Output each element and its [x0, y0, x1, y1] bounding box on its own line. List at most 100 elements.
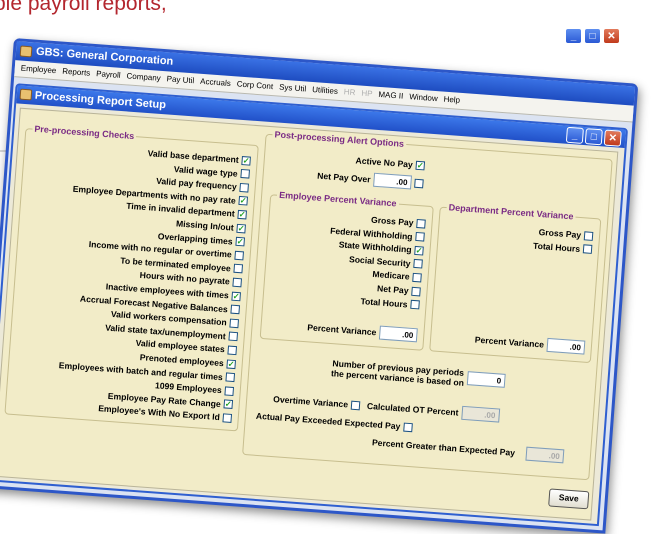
- employee-percent-input[interactable]: .00: [378, 325, 418, 343]
- department-percent-label: Percent Variance: [474, 334, 545, 350]
- net-pay-over-row: Net Pay Over .00: [317, 169, 424, 191]
- active-no-pay-checkbox[interactable]: ✓: [415, 160, 426, 170]
- checkbox[interactable]: [232, 277, 243, 288]
- checkbox[interactable]: [227, 345, 238, 356]
- percent-greater-row: Percent Greater than Expected Pay .00: [372, 435, 565, 464]
- minimize-icon[interactable]: _: [565, 28, 582, 44]
- menu-item[interactable]: Utilities: [309, 82, 342, 100]
- net-pay-over-checkbox[interactable]: [414, 178, 424, 188]
- maximize-icon[interactable]: □: [584, 28, 601, 44]
- maximize-icon[interactable]: □: [584, 128, 603, 146]
- department-percent-input[interactable]: .00: [546, 337, 586, 355]
- dialog-content: Pre-processing Checks Valid base departm…: [0, 107, 619, 521]
- checkbox[interactable]: [583, 230, 594, 241]
- actual-pay-exceeded-label: Actual Pay Exceeded Expected Pay: [255, 410, 401, 432]
- dialog-title: Processing Report Setup: [34, 89, 167, 112]
- menu-item[interactable]: Corp Cont: [233, 76, 277, 95]
- check-label: Social Security: [348, 253, 411, 269]
- net-pay-over-input[interactable]: .00: [373, 172, 412, 190]
- menu-item[interactable]: Employee: [17, 60, 60, 79]
- menu-item[interactable]: Accruals: [197, 74, 235, 93]
- department-percent-row: Percent Variance .00: [474, 333, 586, 355]
- menu-item[interactable]: Payroll: [93, 66, 125, 84]
- checkbox[interactable]: [240, 169, 250, 179]
- check-row: Missing In/out ✓: [175, 218, 247, 233]
- close-icon[interactable]: ✕: [603, 28, 620, 44]
- checkbox[interactable]: ✓: [223, 399, 234, 410]
- checkbox[interactable]: [230, 304, 241, 315]
- department-variance-legend: Department Percent Variance: [448, 202, 574, 222]
- checkbox[interactable]: [229, 318, 240, 328]
- check-row: Total Hours: [360, 296, 420, 310]
- checkbox[interactable]: [412, 272, 422, 283]
- checkbox[interactable]: [415, 232, 425, 242]
- check-row: Net Pay: [377, 283, 421, 296]
- checkbox[interactable]: [410, 299, 420, 310]
- check-label: Missing In/out: [175, 218, 235, 233]
- checkbox[interactable]: ✓: [226, 358, 237, 369]
- background-caption: ple payroll reports,: [0, 0, 167, 15]
- check-label: 1099 Employees: [154, 380, 223, 396]
- app-logo-icon: [19, 45, 33, 58]
- menu-item[interactable]: Reports: [59, 63, 94, 81]
- dialog-icon: [19, 88, 33, 101]
- menu-item[interactable]: MAG II: [375, 87, 407, 105]
- check-label: Gross Pay: [538, 226, 582, 241]
- check-row: Total Hours: [533, 240, 593, 254]
- checkbox[interactable]: ✓: [414, 245, 424, 256]
- menu-item[interactable]: Pay Util: [163, 71, 198, 89]
- menu-item[interactable]: Window: [406, 89, 442, 107]
- checkbox[interactable]: ✓: [237, 209, 247, 220]
- checkbox[interactable]: [413, 259, 423, 269]
- checkbox[interactable]: [233, 264, 244, 274]
- previous-periods-input[interactable]: 0: [466, 371, 506, 388]
- checkbox[interactable]: [234, 250, 245, 261]
- app-window: GBS: General Corporation Employee Reports…: [0, 38, 639, 534]
- checkbox[interactable]: ✓: [241, 155, 251, 166]
- check-label: Valid base department: [147, 148, 240, 165]
- employee-percent-row: Percent Variance .00: [306, 320, 418, 343]
- check-label: Medicare: [372, 269, 410, 282]
- menu-item[interactable]: Help: [440, 91, 464, 109]
- employee-variance-group: Employee Percent Variance Gross Pay Feder…: [259, 189, 435, 351]
- check-row: 1099 Employees: [154, 380, 235, 396]
- checkbox[interactable]: [222, 413, 233, 423]
- post-processing-group: Post-processing Alert Options Active No …: [242, 128, 614, 481]
- checkbox[interactable]: ✓: [238, 196, 248, 206]
- checkbox[interactable]: ✓: [236, 223, 247, 233]
- close-icon[interactable]: ✕: [603, 129, 622, 147]
- active-no-pay-label: Active No Pay: [355, 155, 414, 170]
- post-processing-legend: Post-processing Alert Options: [274, 129, 405, 149]
- calculated-ot-input[interactable]: .00: [460, 405, 500, 423]
- employee-percent-label: Percent Variance: [306, 322, 377, 338]
- department-variance-group: Department Percent Variance Gross Pay Tot…: [429, 201, 602, 364]
- overtime-variance-checkbox[interactable]: [350, 400, 361, 410]
- checkbox[interactable]: ✓: [231, 291, 242, 301]
- checkbox[interactable]: [239, 182, 249, 193]
- net-pay-over-label: Net Pay Over: [316, 170, 371, 185]
- menu-item[interactable]: HR: [340, 84, 359, 101]
- actual-pay-exceeded-checkbox[interactable]: [402, 422, 413, 432]
- checkbox[interactable]: [224, 386, 235, 396]
- checkbox[interactable]: ✓: [235, 236, 246, 247]
- checkbox[interactable]: [416, 218, 426, 229]
- menu-item[interactable]: HP: [358, 85, 376, 102]
- checkbox[interactable]: [582, 244, 593, 254]
- employee-variance-legend: Employee Percent Variance: [278, 189, 397, 209]
- menu-item[interactable]: Company: [123, 68, 164, 87]
- minimize-icon[interactable]: _: [565, 126, 584, 144]
- percent-greater-input[interactable]: .00: [525, 446, 565, 464]
- menu-item[interactable]: Sys Util: [276, 79, 310, 97]
- dialog-controls: _ □ ✕: [565, 126, 622, 147]
- previous-periods-row: Number of previous pay periods the perce…: [331, 358, 506, 391]
- checkbox[interactable]: [411, 286, 421, 296]
- calculated-ot-label: Calculated OT Percent: [366, 400, 459, 418]
- check-label: Total Hours: [360, 295, 408, 310]
- check-label: State Withholding: [338, 239, 412, 255]
- check-label: Total Hours: [532, 240, 581, 254]
- checkbox[interactable]: [225, 372, 236, 383]
- check-label: Valid wage type: [173, 163, 239, 179]
- check-row: Social Security: [349, 254, 423, 269]
- checkbox[interactable]: [228, 331, 239, 342]
- save-button[interactable]: Save: [548, 488, 590, 510]
